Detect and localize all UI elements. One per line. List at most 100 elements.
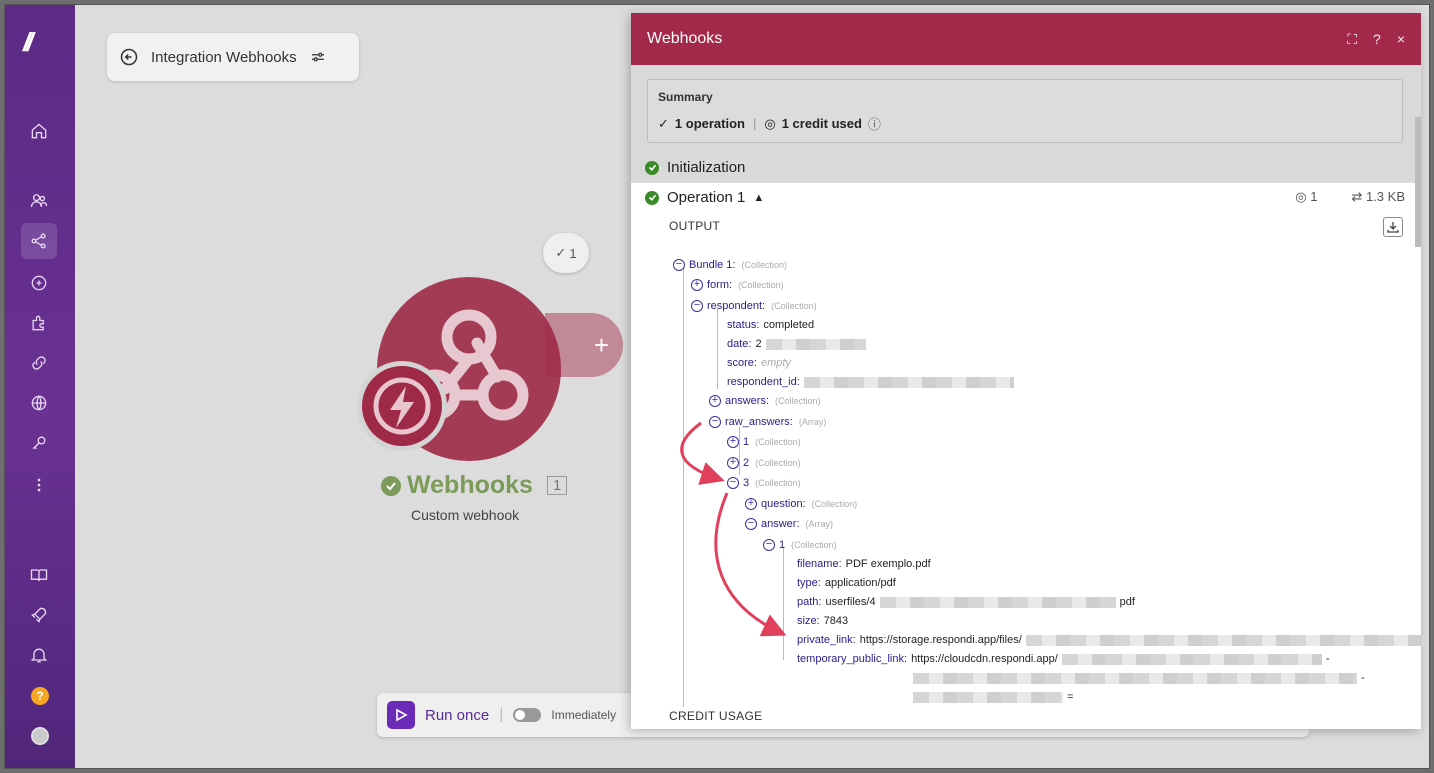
expand-toggle-icon[interactable]: + xyxy=(727,436,739,448)
redacted-value xyxy=(913,691,1063,703)
node-key: filename: xyxy=(797,558,842,570)
initialization-row[interactable]: Initialization xyxy=(645,159,745,176)
keys-icon[interactable] xyxy=(21,425,57,461)
node-value: - xyxy=(1325,653,1330,665)
expand-toggle-icon[interactable]: + xyxy=(691,279,703,291)
instant-trigger-bolt-icon xyxy=(357,361,447,451)
node-value: empty xyxy=(760,357,791,369)
tree-node-respondent-id: respondent_id: xyxy=(727,376,1014,388)
transfer-arrows-icon: ⇄ xyxy=(1351,189,1363,204)
scenarios-icon[interactable] xyxy=(21,223,57,259)
operations-check-icon: ✓ xyxy=(658,115,669,131)
node-value: PDF exemplo.pdf xyxy=(845,558,931,570)
home-icon[interactable] xyxy=(21,113,57,149)
tree-node-raw-answers[interactable]: − raw_answers: (Array) xyxy=(709,416,826,428)
tree-node-form[interactable]: + form: (Collection) xyxy=(691,279,784,291)
ai-agents-icon[interactable] xyxy=(21,265,57,301)
app-frame: // ? Integration Webhooks + ✓ 1 Webhooks… xyxy=(4,4,1430,769)
run-once-label[interactable]: Run once xyxy=(425,707,489,724)
node-key: size: xyxy=(797,615,820,627)
arrow-to-private-link xyxy=(714,492,787,637)
node-key: respondent: xyxy=(707,300,766,312)
collapse-toggle-icon[interactable]: − xyxy=(763,539,775,551)
expand-toggle-icon[interactable]: + xyxy=(745,498,757,510)
credit-info-icon[interactable]: ⓘ xyxy=(868,114,881,133)
connections-link-icon[interactable] xyxy=(21,345,57,381)
expand-icon[interactable]: ⛶ xyxy=(1347,31,1357,48)
tree-node-answers[interactable]: + answers: (Collection) xyxy=(709,395,821,407)
close-icon[interactable]: × xyxy=(1397,31,1405,48)
tree-guide xyxy=(683,267,684,707)
node-key: question: xyxy=(761,498,806,510)
panel-body: Summary ✓ 1 operation | ◎ 1 credit used … xyxy=(631,65,1426,729)
avatar[interactable] xyxy=(31,727,49,745)
operation-credit-count: 1 xyxy=(1310,189,1318,204)
tree-node-link-wrap-1: - xyxy=(913,672,1365,684)
expand-toggle-icon[interactable]: + xyxy=(709,395,721,407)
node-key: answer: xyxy=(761,518,800,530)
tree-node-item-2[interactable]: + 2 (Collection) xyxy=(727,457,801,469)
tree-node-respondent[interactable]: − respondent: (Collection) xyxy=(691,300,817,312)
node-key: answers: xyxy=(725,395,770,407)
scenario-title[interactable]: Integration Webhooks xyxy=(151,49,297,66)
immediately-toggle[interactable] xyxy=(513,708,542,722)
node-value: = xyxy=(1067,691,1074,703)
run-once-button[interactable] xyxy=(387,701,415,729)
collapse-toggle-icon[interactable]: − xyxy=(691,300,703,312)
tree-node-item-1[interactable]: + 1 (Collection) xyxy=(727,436,801,448)
collapse-toggle-icon[interactable]: − xyxy=(745,518,757,530)
help-question-icon[interactable]: ? xyxy=(31,687,49,705)
credit-coin-icon: ◎ xyxy=(1295,189,1307,204)
tree-node-question[interactable]: + question: (Collection) xyxy=(745,498,857,510)
expand-toggle-icon[interactable]: + xyxy=(727,457,739,469)
operations-count-badge[interactable]: ✓ 1 xyxy=(543,233,589,273)
node-key: private_link: xyxy=(797,634,856,646)
node-key: respondent_id: xyxy=(727,376,800,388)
team-icon[interactable] xyxy=(21,183,57,219)
module-subtitle: Custom webhook xyxy=(411,507,520,523)
make-logo-icon[interactable]: // xyxy=(23,27,59,57)
back-arrow-icon[interactable] xyxy=(119,47,139,67)
apps-puzzle-icon[interactable] xyxy=(21,305,57,341)
help-icon[interactable]: ? xyxy=(1373,31,1381,48)
download-output-icon[interactable] xyxy=(1383,217,1403,237)
node-type: (Collection) xyxy=(771,301,817,311)
node-type: (Collection) xyxy=(738,280,784,290)
tree-node-item-3[interactable]: − 3 (Collection) xyxy=(727,477,801,489)
more-options-icon[interactable] xyxy=(21,467,57,503)
panel-scrollbar[interactable] xyxy=(1415,117,1421,247)
tree-node-path: path: userfiles/4 pdf xyxy=(797,596,1135,608)
node-key: raw_answers: xyxy=(725,416,793,428)
notifications-bell-icon[interactable] xyxy=(21,637,57,673)
panel-title: Webhooks xyxy=(647,30,723,47)
success-check-icon xyxy=(381,475,401,496)
node-key: status: xyxy=(727,319,760,331)
redacted-value xyxy=(765,338,866,350)
webhooks-globe-icon[interactable] xyxy=(21,385,57,421)
node-key: Bundle 1: xyxy=(689,259,736,271)
tree-node-size: size: 7843 xyxy=(797,615,848,627)
tree-node-score: score: empty xyxy=(727,357,791,369)
operation-1-row[interactable]: Operation 1 ▲ xyxy=(645,189,764,206)
module-name: Webhooks xyxy=(407,471,533,499)
tree-node-bundle[interactable]: − Bundle 1: (Collection) xyxy=(673,259,787,271)
redacted-value xyxy=(1025,634,1426,646)
summary-separator: | xyxy=(752,116,757,131)
scenario-settings-icon[interactable] xyxy=(309,48,327,66)
operation-meta: ◎ 1 ⇄ 1.3 KB xyxy=(1295,189,1405,205)
node-key: form: xyxy=(707,279,733,291)
rocket-icon[interactable] xyxy=(21,597,57,633)
collapse-caret-icon[interactable]: ▲ xyxy=(753,192,764,204)
documentation-book-icon[interactable] xyxy=(21,557,57,593)
arrow-to-item-3 xyxy=(680,421,725,485)
operation-size: 1.3 KB xyxy=(1365,189,1405,204)
tree-node-answer[interactable]: − answer: (Array) xyxy=(745,518,833,530)
collapse-toggle-icon[interactable]: − xyxy=(709,416,721,428)
summary-label: Summary xyxy=(658,90,713,104)
tree-node-link-wrap-2: = xyxy=(913,691,1073,703)
collapse-toggle-icon[interactable]: − xyxy=(727,477,739,489)
node-type: (Collection) xyxy=(811,499,858,509)
collapse-toggle-icon[interactable]: − xyxy=(673,259,685,271)
tree-node-answer-1[interactable]: − 1 (Collection) xyxy=(763,539,837,551)
node-value: - xyxy=(1361,672,1365,684)
